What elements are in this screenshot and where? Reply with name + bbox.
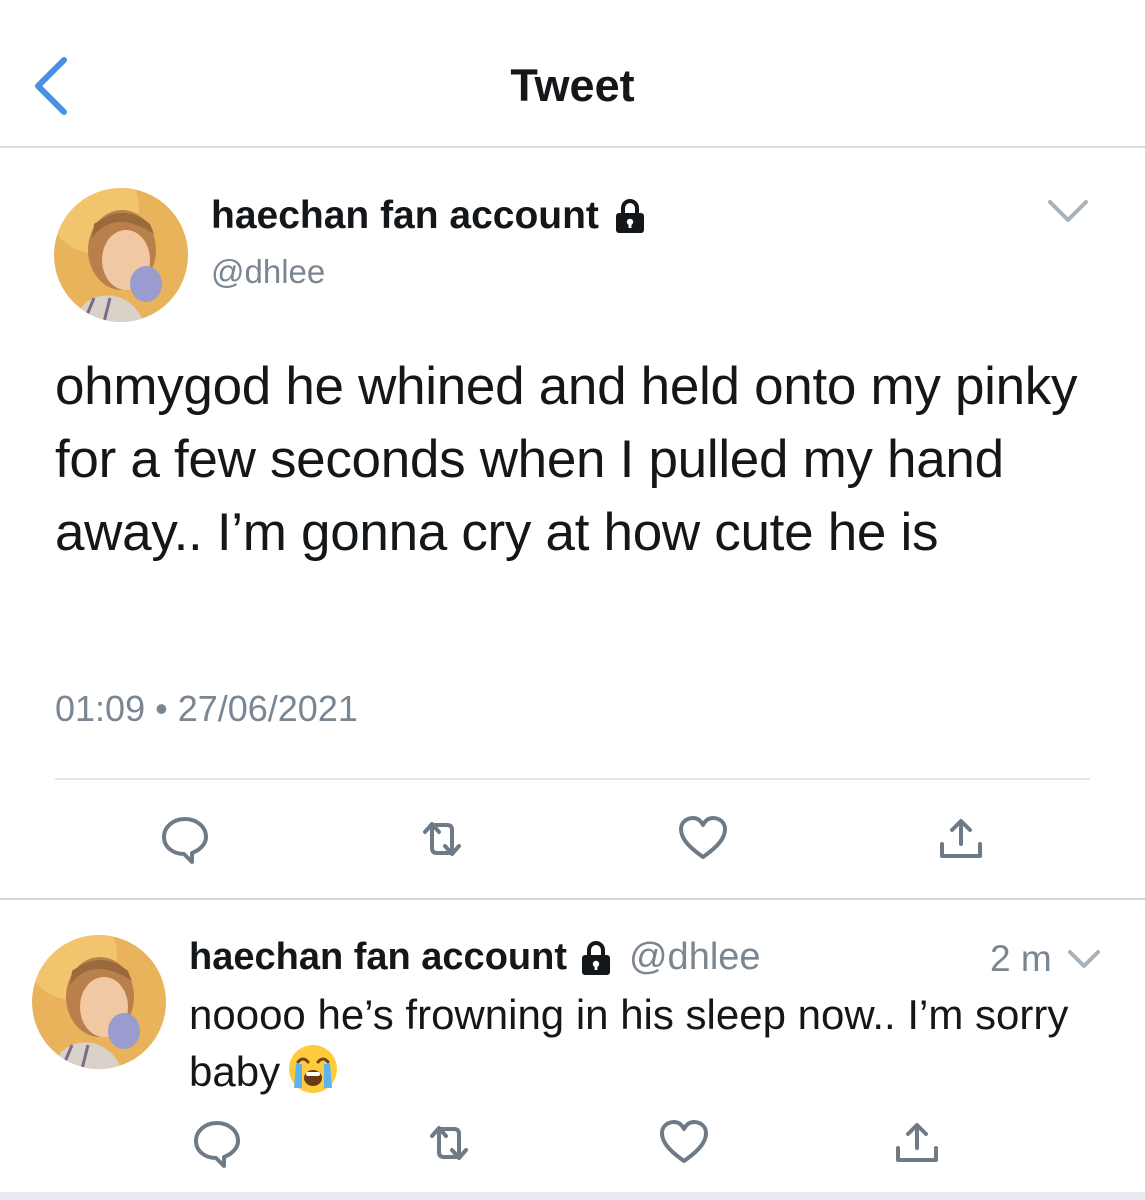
navigation-bar: Tweet [0, 0, 1145, 148]
lock-icon [613, 198, 647, 234]
reply-icon[interactable] [158, 812, 212, 866]
reply-text: noooo he’s frowning in his sleep now.. I… [189, 988, 1089, 1099]
bottom-edge [0, 1192, 1145, 1200]
avatar[interactable] [54, 188, 188, 322]
retweet-icon[interactable] [415, 812, 469, 866]
like-icon[interactable] [657, 1116, 711, 1170]
reply-time: 2 m [990, 938, 1052, 979]
share-icon[interactable] [890, 1116, 944, 1170]
chevron-down-icon[interactable] [1046, 196, 1090, 226]
tweet-text: ohmygod he whined and held onto my pinky… [55, 357, 1078, 562]
reply-header: haechan fan account @dhlee [189, 936, 761, 979]
like-icon[interactable] [676, 812, 730, 866]
loudly-crying-face-emoji [286, 1042, 340, 1096]
reply-handle[interactable]: @dhlee [629, 936, 761, 979]
share-icon[interactable] [934, 812, 988, 866]
chevron-down-icon[interactable] [1066, 946, 1102, 972]
section-divider [0, 898, 1145, 900]
reply-icon[interactable] [190, 1116, 244, 1170]
author-name-row: haechan fan account [211, 194, 647, 238]
lock-icon [579, 940, 613, 976]
divider [55, 778, 1090, 780]
author-display-name[interactable]: haechan fan account [211, 194, 599, 238]
retweet-icon[interactable] [422, 1116, 476, 1170]
avatar[interactable] [32, 935, 166, 1069]
author-handle[interactable]: @dhlee [211, 253, 325, 291]
reply-display-name[interactable]: haechan fan account [189, 936, 567, 979]
page-title: Tweet [510, 60, 635, 111]
tweet-timestamp: 01:09 • 27/06/2021 [55, 688, 358, 729]
